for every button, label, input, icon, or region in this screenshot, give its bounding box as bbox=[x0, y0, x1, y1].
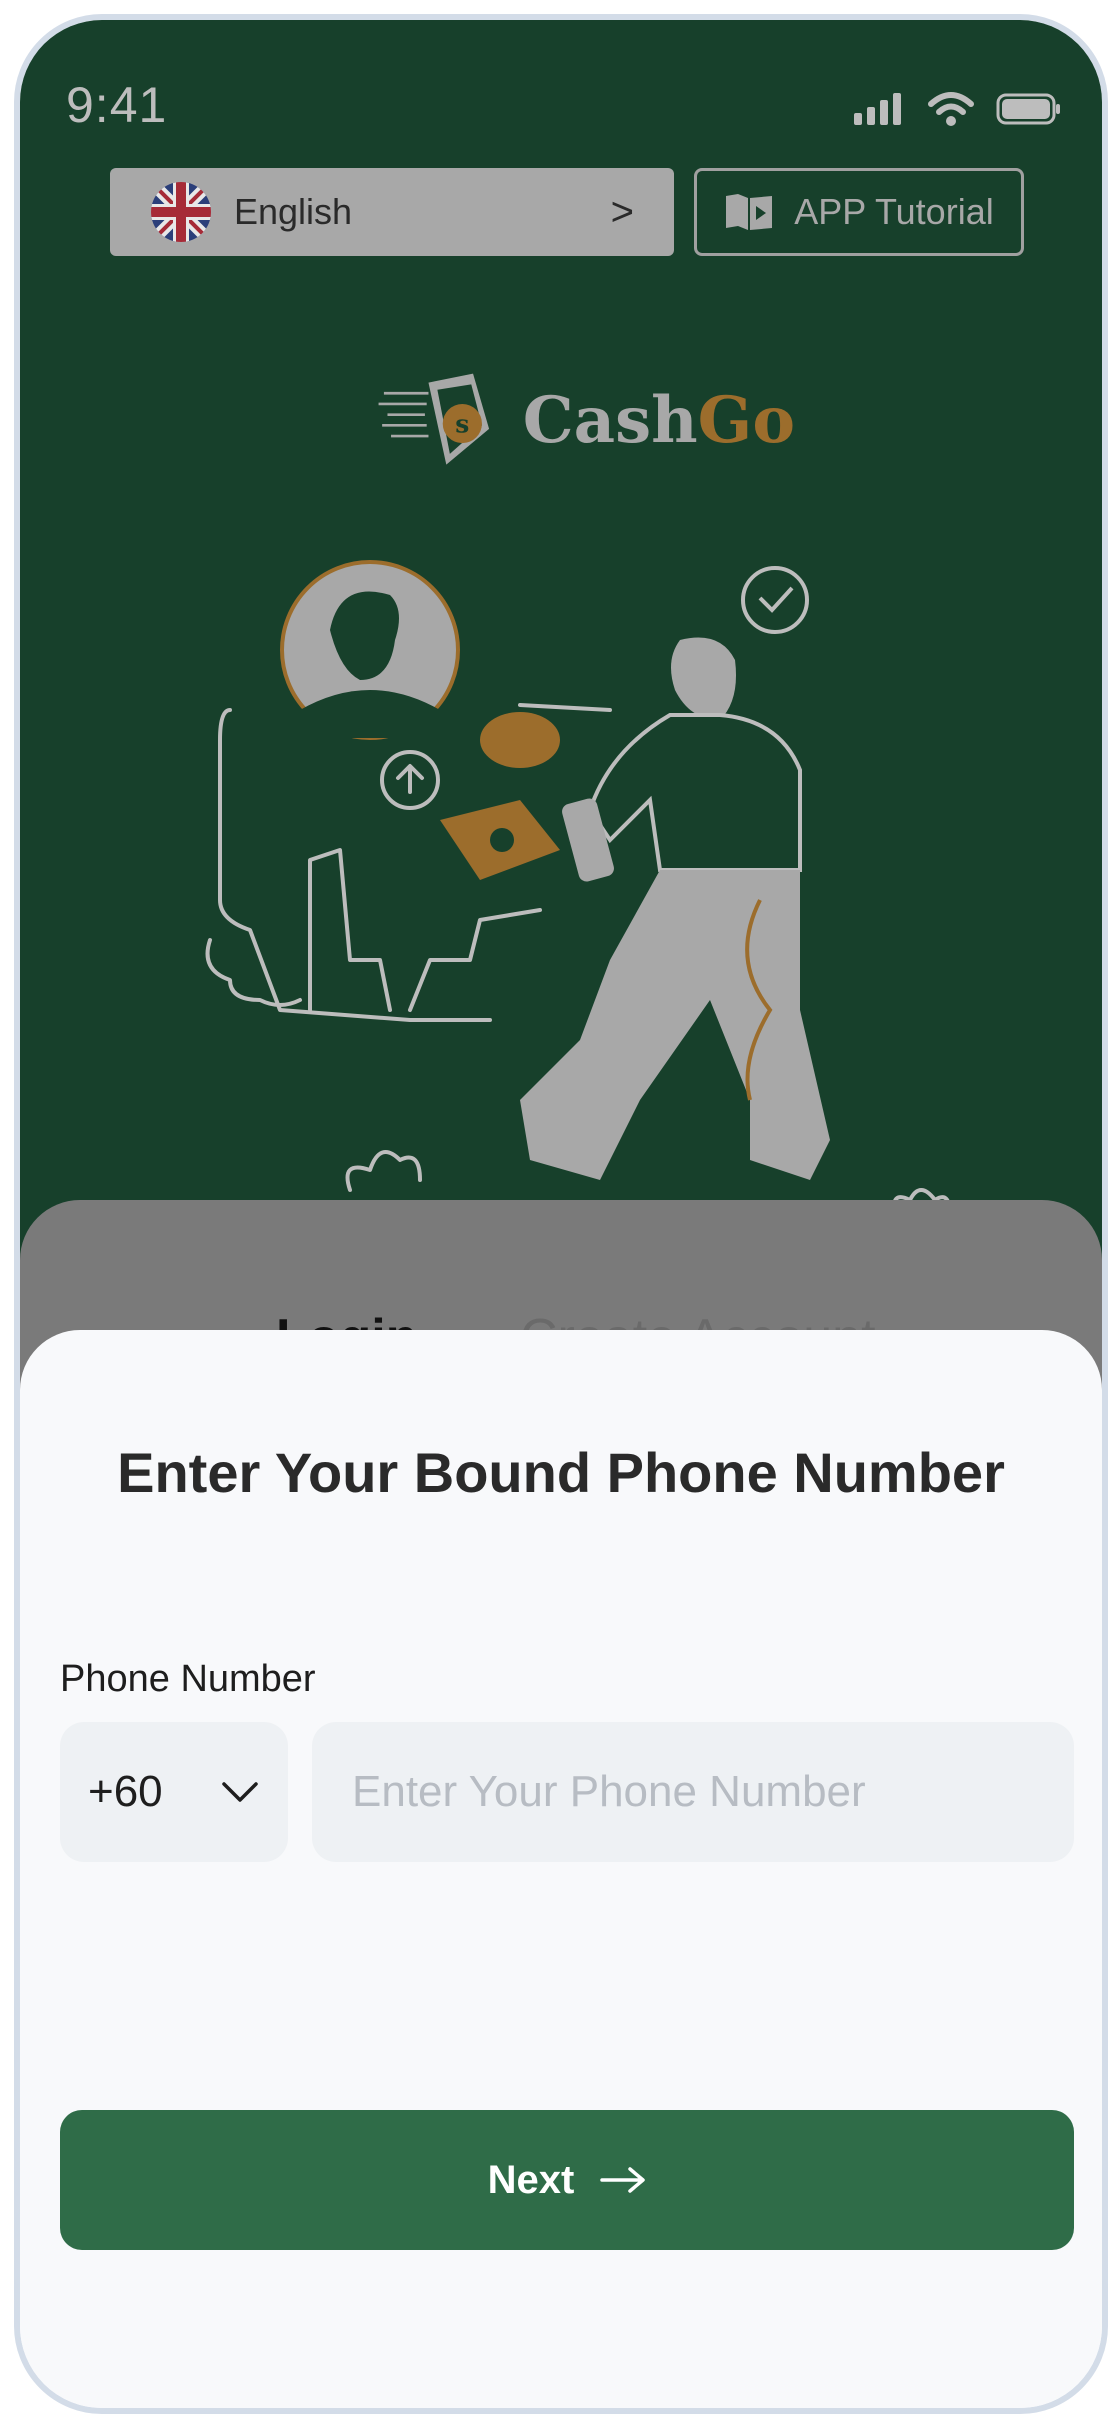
uk-flag-icon bbox=[151, 182, 211, 242]
phone-number-label: Phone Number bbox=[60, 1658, 316, 1700]
country-code-select[interactable]: +60 bbox=[60, 1722, 288, 1862]
phone-number-input[interactable] bbox=[312, 1722, 1074, 1862]
next-label: Next bbox=[487, 2157, 575, 2202]
svg-text:s: s bbox=[455, 409, 469, 438]
phone-number-modal: Enter Your Bound Phone Number Phone Numb… bbox=[20, 1330, 1102, 2408]
chevron-down-icon bbox=[222, 1782, 258, 1802]
language-selector[interactable]: English > bbox=[110, 168, 674, 256]
book-icon bbox=[726, 194, 773, 230]
battery-icon bbox=[996, 93, 1060, 125]
modal-title: Enter Your Bound Phone Number bbox=[117, 1441, 1005, 1504]
app-tutorial-button[interactable]: APP Tutorial bbox=[694, 168, 1024, 256]
arrow-right-icon bbox=[600, 2167, 646, 2193]
country-code-value: +60 bbox=[88, 1767, 163, 1816]
wifi-icon bbox=[928, 92, 974, 126]
brand-name: CashGo bbox=[522, 382, 795, 458]
cashgo-logo: s CashGo bbox=[375, 350, 795, 490]
language-label: English bbox=[234, 191, 353, 232]
status-bar: 9:41 bbox=[20, 20, 1102, 170]
hero-section: 9:41 English > APP Tutorial s CashGo bbox=[20, 20, 1102, 1320]
hero-illustration bbox=[205, 560, 952, 1217]
chevron-right-icon: > bbox=[610, 189, 634, 234]
tutorial-label: APP Tutorial bbox=[794, 191, 994, 232]
phone-frame: 9:41 English > APP Tutorial s CashGo Ent… bbox=[14, 14, 1108, 2414]
money-wing-icon: s bbox=[378, 373, 490, 465]
next-button[interactable]: Next bbox=[60, 2110, 1074, 2250]
signal-icon bbox=[854, 93, 901, 125]
status-time: 9:41 bbox=[66, 77, 168, 133]
status-icons bbox=[854, 92, 1062, 126]
